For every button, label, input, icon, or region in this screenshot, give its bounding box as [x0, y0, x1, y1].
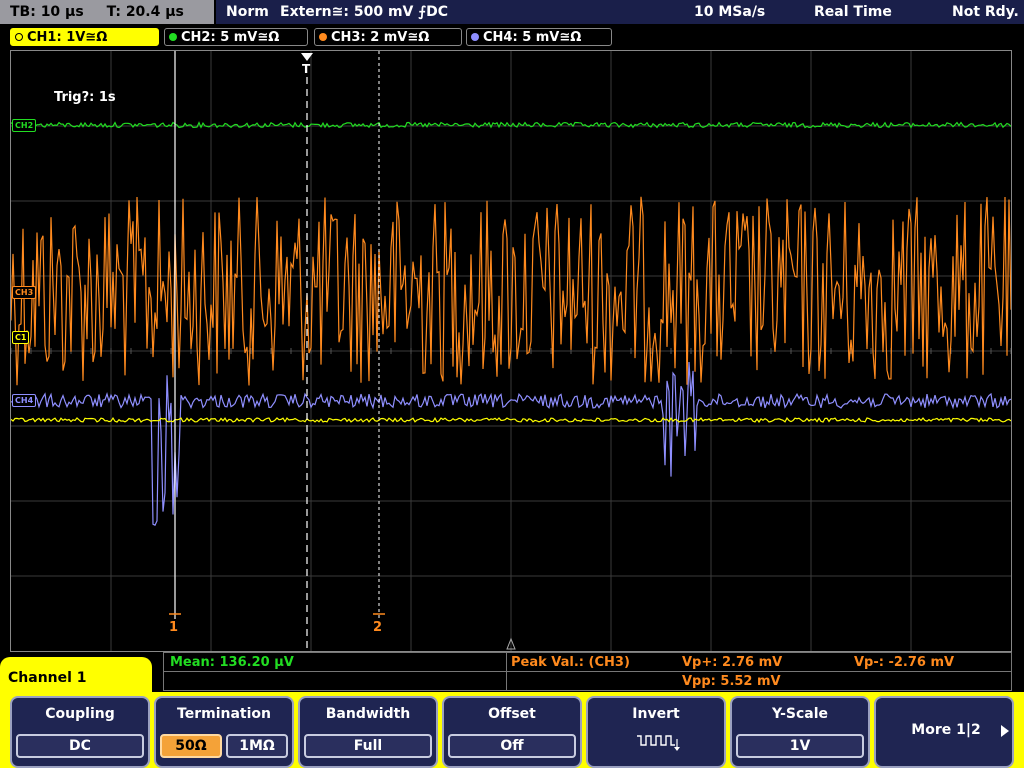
ch1-level-marker[interactable]: C1 — [12, 331, 30, 344]
bandwidth-title: Bandwidth — [325, 706, 411, 722]
offset-title: Offset — [488, 706, 536, 722]
coupling-value[interactable]: DC — [16, 734, 144, 758]
trigger-mode: Norm — [226, 4, 269, 20]
coupling-softkey[interactable]: Coupling DC — [10, 696, 150, 768]
tab-ch4-label: CH4: 5 mV≅Ω — [483, 30, 582, 45]
ch3-level-marker[interactable]: CH3 — [12, 286, 37, 299]
ch2-level-marker[interactable]: CH2 — [12, 119, 37, 132]
sample-rate: 10 MSa/s — [694, 4, 766, 20]
trigger-time-value: T: 20.4 µs — [106, 4, 184, 20]
vpp-measurement: Vpp: 5.52 mV — [682, 674, 781, 689]
termination-softkey[interactable]: Termination 50Ω 1MΩ — [154, 696, 294, 768]
more-softkey[interactable]: More 1|2 — [874, 696, 1014, 768]
y-scale-value[interactable]: 1V — [736, 734, 864, 758]
acquisition-mode: Real Time — [814, 4, 892, 20]
y-scale-softkey[interactable]: Y-Scale 1V — [730, 696, 870, 768]
offset-value[interactable]: Off — [448, 734, 576, 758]
invert-title: Invert — [632, 706, 680, 722]
timebase-value: TB: 10 µs — [10, 4, 84, 20]
more-label: More 1|2 — [911, 722, 981, 738]
tab-ch3-label: CH3: 2 mV≅Ω — [331, 30, 430, 45]
trigger-position-marker[interactable]: T — [300, 52, 314, 76]
ch4-dot-icon — [471, 33, 479, 41]
top-status-bar: TB: 10 µs T: 20.4 µs Norm Extern≅: 500 m… — [0, 0, 1024, 26]
timebase-box[interactable]: TB: 10 µs T: 20.4 µs — [0, 0, 214, 24]
cursor-2-label[interactable]: 2 — [373, 620, 382, 635]
meas-row-divider — [164, 671, 1011, 672]
tab-ch1[interactable]: CH1: 1V≅Ω — [10, 28, 159, 46]
invert-waveform-icon — [637, 735, 680, 751]
tab-ch1-label: CH1: 1V≅Ω — [27, 30, 108, 45]
ch4-level-marker[interactable]: CH4 — [12, 394, 37, 407]
measurement-panel: Mean: 136.20 µV Peak Val.: (CH3) Vp+: 2.… — [163, 652, 1012, 691]
mean-measurement: Mean: 136.20 µV — [170, 655, 294, 670]
waveform-display[interactable] — [10, 50, 1012, 652]
ch3-dot-icon — [319, 33, 327, 41]
peak-label: Peak Val.: (CH3) — [511, 655, 630, 670]
acquisition-status-box[interactable]: Norm Extern≅: 500 mV ⨍DC 10 MSa/s Real T… — [216, 0, 1024, 24]
invert-softkey[interactable]: Invert — [586, 696, 726, 768]
trigger-timeout-label: Trig?: 1s — [54, 90, 116, 105]
y-scale-title: Y-Scale — [771, 706, 828, 722]
termination-50ohm-option[interactable]: 50Ω — [160, 734, 222, 758]
ready-status: Not Rdy. — [952, 4, 1019, 20]
tab-ch3[interactable]: CH3: 2 mV≅Ω — [314, 28, 462, 46]
termination-title: Termination — [177, 706, 271, 722]
ch2-dot-icon — [169, 33, 177, 41]
offset-softkey[interactable]: Offset Off — [442, 696, 582, 768]
cursor-1-label[interactable]: 1 — [169, 620, 178, 635]
coupling-title: Coupling — [45, 706, 115, 722]
ch1-dot-icon — [15, 33, 23, 41]
next-page-arrow-icon — [1001, 725, 1009, 737]
bandwidth-value[interactable]: Full — [304, 734, 432, 758]
tab-ch4[interactable]: CH4: 5 mV≅Ω — [466, 28, 612, 46]
termination-1mohm-option[interactable]: 1MΩ — [226, 734, 288, 758]
vp-minus-measurement: Vp-: -2.76 mV — [854, 655, 955, 670]
tab-ch2-label: CH2: 5 mV≅Ω — [181, 30, 280, 45]
bandwidth-softkey[interactable]: Bandwidth Full — [298, 696, 438, 768]
waveform-canvas — [11, 51, 1011, 651]
vp-plus-measurement: Vp+: 2.76 mV — [682, 655, 783, 670]
tab-ch2[interactable]: CH2: 5 mV≅Ω — [164, 28, 308, 46]
trigger-marker-label: T — [302, 62, 311, 76]
trigger-source: Extern≅: 500 mV ⨍DC — [280, 4, 449, 20]
